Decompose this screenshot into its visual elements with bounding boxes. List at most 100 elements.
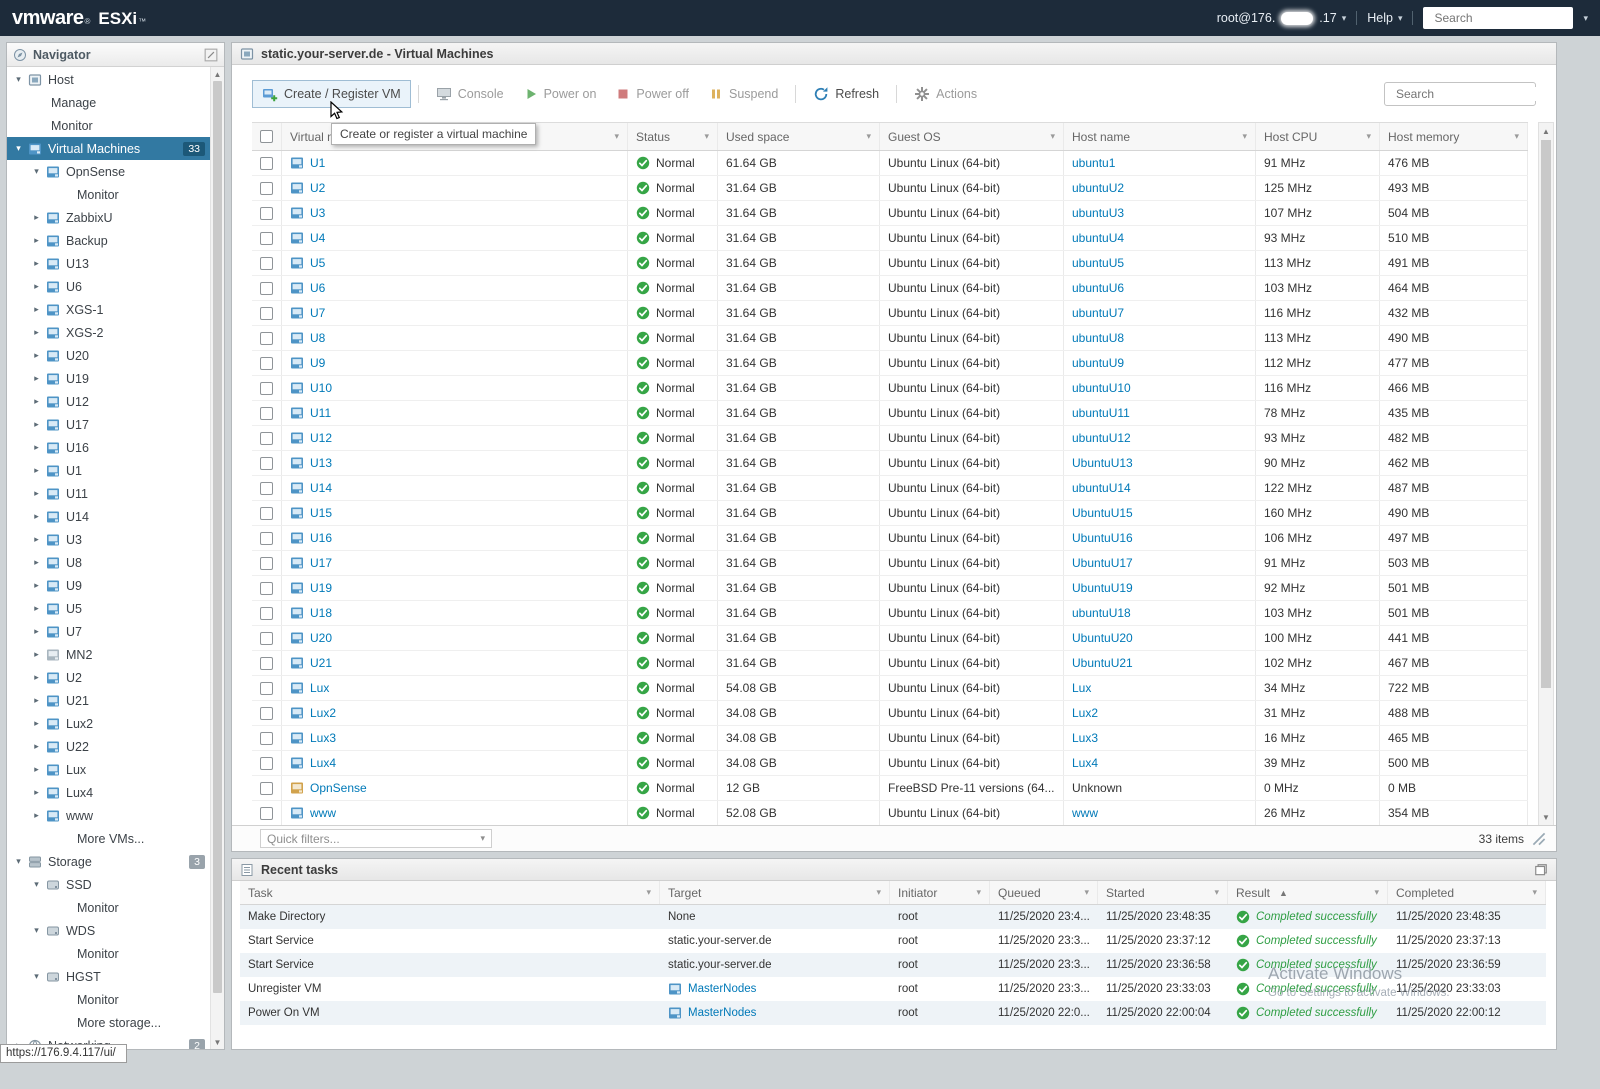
expand-arrow-icon[interactable]: ▸: [31, 488, 42, 499]
task-column-header-queued[interactable]: Queued ▾: [990, 881, 1098, 904]
expand-arrow-icon[interactable]: ▸: [31, 304, 42, 315]
expand-arrow-icon[interactable]: ▸: [31, 419, 42, 430]
vm-name-link[interactable]: U15: [310, 506, 332, 520]
filter-chevron-icon[interactable]: ▾: [1514, 131, 1519, 142]
nav-item-manage[interactable]: Manage: [7, 91, 210, 114]
user-menu[interactable]: root@176. .17 ▾: [1217, 11, 1346, 25]
row-checkbox[interactable]: [260, 706, 273, 720]
nav-item-ssd[interactable]: ▾ SSD: [7, 873, 210, 896]
expand-arrow-icon[interactable]: ▸: [31, 603, 42, 614]
nav-item-u11[interactable]: ▸ U11: [7, 482, 210, 505]
expand-arrow-icon[interactable]: ▸: [31, 235, 42, 246]
power-on-button[interactable]: Power on: [514, 81, 607, 107]
column-header-status[interactable]: Status ▾: [628, 123, 718, 150]
scroll-down-icon[interactable]: ▼: [211, 1035, 224, 1049]
host-name-link[interactable]: ubuntuU4: [1072, 231, 1124, 245]
row-checkbox[interactable]: [260, 656, 273, 670]
nav-item-lux[interactable]: ▸ Lux: [7, 758, 210, 781]
row-checkbox[interactable]: [260, 456, 273, 470]
filter-chevron-icon[interactable]: ▾: [1366, 131, 1371, 142]
vm-name-link[interactable]: Lux4: [310, 756, 336, 770]
filter-chevron-icon[interactable]: ▾: [976, 887, 981, 898]
row-checkbox[interactable]: [260, 556, 273, 570]
console-button[interactable]: Console: [426, 80, 514, 108]
host-name-link[interactable]: UbuntuU15: [1072, 506, 1133, 520]
host-name-link[interactable]: ubuntu1: [1072, 156, 1115, 170]
host-name-link[interactable]: Lux3: [1072, 731, 1098, 745]
host-name-link[interactable]: ubuntuU11: [1072, 406, 1130, 420]
vm-name-link[interactable]: U4: [310, 231, 325, 245]
nav-item-monitor[interactable]: Monitor: [7, 942, 210, 965]
host-name-link[interactable]: ubuntuU8: [1072, 331, 1124, 345]
task-column-header-result[interactable]: Result ▲ ▾: [1228, 881, 1388, 904]
nav-item-wds[interactable]: ▾ WDS: [7, 919, 210, 942]
expand-arrow-icon[interactable]: ▸: [31, 350, 42, 361]
nav-item-monitor[interactable]: Monitor: [7, 896, 210, 919]
scroll-up-icon[interactable]: ▲: [1539, 123, 1553, 139]
nav-item-lux4[interactable]: ▸ Lux4: [7, 781, 210, 804]
filter-chevron-icon[interactable]: ▾: [876, 887, 881, 898]
expand-arrow-icon[interactable]: ▸: [31, 649, 42, 660]
actions-button[interactable]: Actions: [904, 80, 987, 108]
vm-name-link[interactable]: Lux3: [310, 731, 336, 745]
vm-name-link[interactable]: U3: [310, 206, 325, 220]
suspend-button[interactable]: Suspend: [699, 81, 788, 107]
host-name-link[interactable]: ubuntuU2: [1072, 181, 1124, 195]
row-checkbox[interactable]: [260, 331, 273, 345]
vm-name-link[interactable]: U9: [310, 356, 325, 370]
host-name-link[interactable]: UbuntuU17: [1072, 556, 1133, 570]
vm-name-link[interactable]: U12: [310, 431, 332, 445]
nav-item-u12[interactable]: ▸ U12: [7, 390, 210, 413]
column-header-guest-os[interactable]: Guest OS ▾: [880, 123, 1064, 150]
nav-item-zabbixu[interactable]: ▸ ZabbixU: [7, 206, 210, 229]
nav-item-backup[interactable]: ▸ Backup: [7, 229, 210, 252]
nav-item-u2[interactable]: ▸ U2: [7, 666, 210, 689]
quick-filters-dropdown[interactable]: Quick filters... ▾: [260, 829, 492, 848]
filter-chevron-icon[interactable]: ▾: [1532, 887, 1537, 898]
task-column-header-started[interactable]: Started ▾: [1098, 881, 1228, 904]
vm-name-link[interactable]: U16: [310, 531, 332, 545]
row-checkbox[interactable]: [260, 606, 273, 620]
expand-arrow-icon[interactable]: ▸: [31, 580, 42, 591]
vm-name-link[interactable]: U19: [310, 581, 332, 595]
host-name-link[interactable]: UbuntuU19: [1072, 581, 1133, 595]
expand-arrow-icon[interactable]: ▸: [31, 396, 42, 407]
row-checkbox[interactable]: [260, 631, 273, 645]
nav-item-monitor[interactable]: Monitor: [7, 988, 210, 1011]
expand-arrow-icon[interactable]: ▸: [31, 557, 42, 568]
collapse-arrow-icon[interactable]: ▾: [31, 925, 42, 936]
expand-arrow-icon[interactable]: ▸: [31, 718, 42, 729]
row-checkbox[interactable]: [260, 206, 273, 220]
row-checkbox[interactable]: [260, 431, 273, 445]
nav-item-u13[interactable]: ▸ U13: [7, 252, 210, 275]
host-name-link[interactable]: ubuntuU3: [1072, 206, 1124, 220]
column-header-host-cpu[interactable]: Host CPU ▾: [1256, 123, 1380, 150]
task-column-header-completed[interactable]: Completed ▾: [1388, 881, 1546, 904]
filter-chevron-icon[interactable]: ▾: [1084, 887, 1089, 898]
host-name-link[interactable]: ubuntuU5: [1072, 256, 1124, 270]
row-checkbox[interactable]: [260, 281, 273, 295]
vm-name-link[interactable]: OpnSense: [310, 781, 367, 795]
host-name-link[interactable]: ubuntuU9: [1072, 356, 1124, 370]
row-checkbox[interactable]: [260, 381, 273, 395]
nav-item-u1[interactable]: ▸ U1: [7, 459, 210, 482]
expand-arrow-icon[interactable]: ▸: [31, 741, 42, 752]
row-checkbox[interactable]: [260, 481, 273, 495]
search-options-caret-icon[interactable]: ▾: [1583, 13, 1588, 24]
host-name-link[interactable]: Lux: [1072, 681, 1091, 695]
collapse-arrow-icon[interactable]: ▾: [13, 143, 24, 154]
nav-item-u5[interactable]: ▸ U5: [7, 597, 210, 620]
filter-chevron-icon[interactable]: ▾: [614, 131, 619, 142]
filter-chevron-icon[interactable]: ▾: [1050, 131, 1055, 142]
host-name-link[interactable]: ubuntuU6: [1072, 281, 1124, 295]
row-checkbox[interactable]: [260, 806, 273, 820]
host-name-link[interactable]: UbuntuU20: [1072, 631, 1133, 645]
expand-arrow-icon[interactable]: ▸: [31, 695, 42, 706]
expand-arrow-icon[interactable]: ▸: [31, 626, 42, 637]
row-checkbox[interactable]: [260, 681, 273, 695]
row-checkbox[interactable]: [260, 731, 273, 745]
collapse-arrow-icon[interactable]: ▾: [31, 166, 42, 177]
sidebar-scrollbar[interactable]: ▲ ▼: [210, 67, 224, 1049]
panel-pin-icon[interactable]: [204, 48, 218, 62]
resize-grip-icon[interactable]: [1532, 832, 1546, 846]
